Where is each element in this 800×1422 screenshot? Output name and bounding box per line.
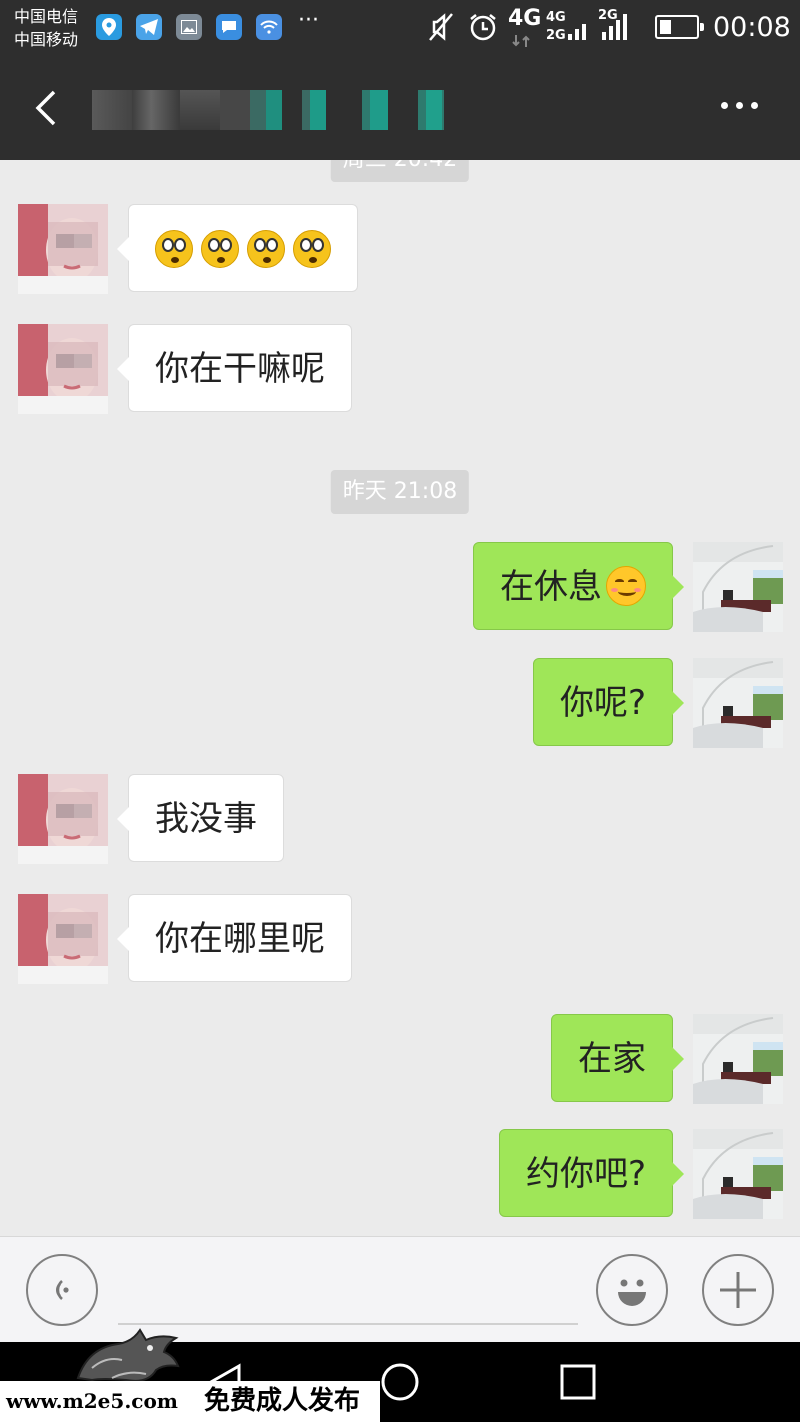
contact-avatar[interactable] bbox=[18, 204, 108, 294]
incoming-message-bubble[interactable]: 你在哪里呢 bbox=[117, 894, 352, 982]
chat-area: 周三 20:42 你在干嘛呢 昨天 21:08 在休息 你呢? bbox=[0, 160, 800, 1236]
telegram-app-icon bbox=[136, 14, 162, 40]
network-4g-small-label: 4G bbox=[546, 10, 566, 25]
my-avatar[interactable] bbox=[693, 542, 783, 632]
outgoing-message-bubble[interactable]: 约你吧? bbox=[498, 1129, 685, 1217]
message-row: 约你吧? bbox=[0, 1129, 800, 1219]
watermark-site-text: www.m2e5.com bbox=[0, 1381, 196, 1422]
message-row bbox=[0, 204, 800, 294]
carrier-2: 中国移动 bbox=[14, 30, 79, 49]
outgoing-message-bubble[interactable]: 你呢? bbox=[532, 658, 685, 746]
more-functions-button[interactable] bbox=[702, 1254, 774, 1326]
chevron-left-icon bbox=[35, 90, 56, 126]
emoji-icon bbox=[618, 1279, 646, 1306]
dragon-watermark-logo bbox=[72, 1318, 184, 1388]
contact-name-obscured bbox=[92, 90, 472, 130]
timestamp-label: 昨天 21:08 bbox=[330, 470, 470, 514]
mute-icon bbox=[427, 12, 455, 46]
status-clock: 00:08 bbox=[713, 12, 791, 43]
more-options-button[interactable] bbox=[721, 102, 758, 109]
nav-recents-button[interactable] bbox=[560, 1362, 596, 1406]
network-4g-label: 4G bbox=[508, 6, 542, 31]
message-row: 你呢? bbox=[0, 658, 800, 748]
smile-emoji-icon bbox=[606, 565, 646, 606]
incoming-message-bubble[interactable]: 我没事 bbox=[117, 774, 284, 862]
back-button[interactable] bbox=[28, 86, 68, 130]
my-avatar[interactable] bbox=[693, 658, 783, 748]
contact-avatar[interactable] bbox=[18, 324, 108, 414]
message-row: 你在哪里呢 bbox=[0, 894, 800, 984]
outgoing-message-bubble[interactable]: 在家 bbox=[551, 1014, 684, 1102]
battery-icon bbox=[655, 15, 704, 39]
surprised-emoji-icon bbox=[247, 230, 285, 268]
incoming-message-bubble[interactable]: 你在干嘛呢 bbox=[117, 324, 352, 412]
nav-home-button[interactable] bbox=[380, 1362, 420, 1406]
alarm-icon bbox=[468, 12, 498, 46]
gallery-app-icon bbox=[176, 14, 202, 40]
voice-input-button[interactable] bbox=[26, 1254, 98, 1326]
square-recents-icon bbox=[560, 1364, 596, 1400]
plus-icon bbox=[720, 1272, 756, 1308]
status-more-icon: ··· bbox=[298, 8, 319, 33]
my-avatar[interactable] bbox=[693, 1014, 783, 1104]
watermark-slogan-text: 免费成人发布 bbox=[196, 1381, 380, 1422]
message-app-icon bbox=[216, 14, 242, 40]
network-2g-small-label: 2G bbox=[546, 28, 566, 43]
message-row: 在休息 bbox=[0, 542, 800, 632]
message-text: 在休息 bbox=[500, 567, 602, 607]
message-row: 在家 bbox=[0, 1014, 800, 1104]
timestamp-label: 周三 20:42 bbox=[330, 160, 470, 182]
emoji-button[interactable] bbox=[596, 1254, 668, 1326]
my-avatar[interactable] bbox=[693, 1129, 783, 1219]
message-input-field[interactable] bbox=[118, 1323, 578, 1325]
voice-icon bbox=[56, 1280, 69, 1300]
carrier-labels: 中国电信 中国移动 bbox=[14, 5, 78, 51]
surprised-emoji-icon bbox=[293, 230, 331, 268]
contact-avatar[interactable] bbox=[18, 894, 108, 984]
message-row: 你在干嘛呢 bbox=[0, 324, 800, 414]
signal-strength-1-icon bbox=[568, 14, 586, 40]
status-bar: 中国电信 中国移动 ··· 4G 4G 2G 2G 00:08 bbox=[0, 0, 800, 56]
location-app-icon bbox=[96, 14, 122, 40]
incoming-message-bubble[interactable] bbox=[117, 204, 358, 293]
outgoing-message-bubble[interactable]: 在休息 bbox=[473, 542, 684, 630]
data-arrows-icon bbox=[512, 32, 530, 51]
message-row: 我没事 bbox=[0, 774, 800, 864]
surprised-emoji-icon bbox=[155, 230, 193, 268]
chat-header bbox=[0, 56, 800, 160]
surprised-emoji-icon bbox=[201, 230, 239, 268]
signal-strength-2-icon bbox=[602, 14, 627, 40]
emoji-group bbox=[155, 205, 331, 293]
carrier-1: 中国电信 bbox=[14, 7, 79, 26]
circle-home-icon bbox=[381, 1363, 419, 1401]
wifi-app-icon bbox=[256, 14, 282, 40]
contact-avatar[interactable] bbox=[18, 774, 108, 864]
